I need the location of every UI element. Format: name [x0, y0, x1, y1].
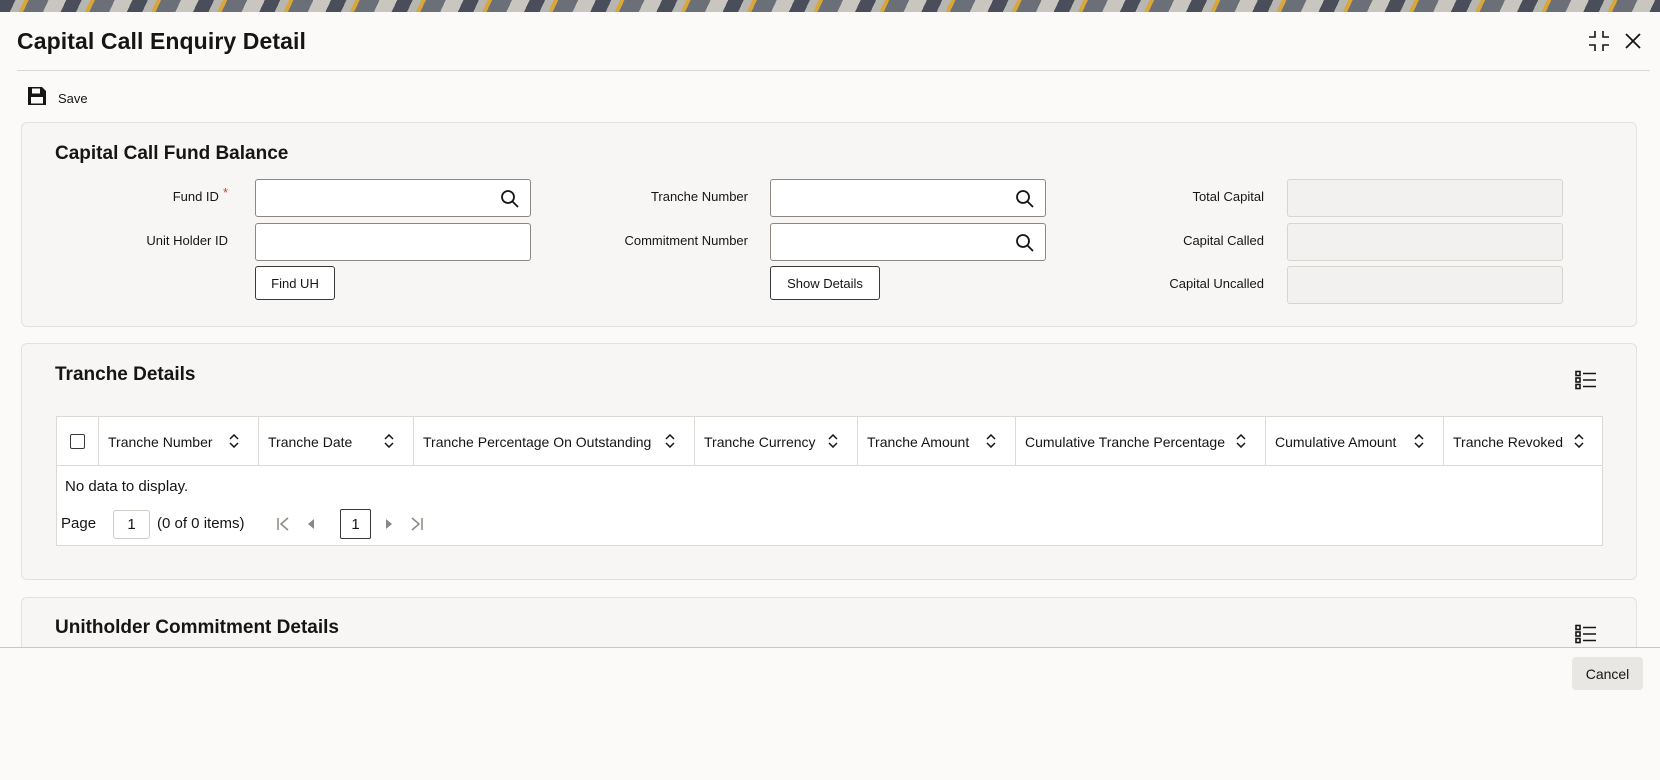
column-header[interactable]: Tranche Amount: [857, 417, 1015, 466]
title-bar: Capital Call Enquiry Detail: [0, 12, 1660, 70]
sort-icon[interactable]: [1235, 434, 1247, 448]
tranche-number-field[interactable]: [770, 179, 1046, 217]
save-label: Save: [58, 90, 88, 106]
top-banner-strip: [0, 0, 1660, 12]
unitholder-commitment-title: Unitholder Commitment Details: [55, 617, 339, 638]
column-label: Tranche Amount: [867, 433, 970, 450]
first-page-icon[interactable]: [275, 516, 291, 532]
empty-state-text: No data to display.: [65, 478, 189, 495]
column-label: Tranche Date: [268, 433, 353, 450]
floppy-disk-icon: [26, 85, 48, 112]
dialog-window: Capital Call Enquiry Detail Save Capital…: [0, 12, 1660, 780]
column-label: Tranche Currency: [704, 433, 816, 450]
show-details-button[interactable]: Show Details: [770, 266, 880, 300]
column-settings-icon[interactable]: [1575, 370, 1597, 390]
column-header[interactable]: Cumulative Amount: [1265, 417, 1443, 466]
fund-balance-panel: Capital Call Fund Balance Fund ID * Unit …: [21, 122, 1637, 327]
toolbar: Save: [26, 84, 88, 112]
tranche-details-panel: Tranche Details Tranche Number Tranche D…: [21, 343, 1637, 580]
fund-balance-title: Capital Call Fund Balance: [55, 143, 289, 164]
sort-icon[interactable]: [985, 434, 997, 448]
column-header[interactable]: Tranche Revoked: [1443, 417, 1603, 466]
column-label: Tranche Percentage On Outstanding: [423, 433, 652, 450]
fund-id-label: Fund ID *: [28, 185, 228, 204]
fund-id-field[interactable]: [255, 179, 531, 217]
sort-icon[interactable]: [1413, 434, 1425, 448]
search-icon[interactable]: [1015, 233, 1035, 253]
item-count: (0 of 0 items): [157, 515, 245, 532]
commitment-number-field[interactable]: [770, 223, 1046, 261]
last-page-icon[interactable]: [409, 516, 425, 532]
column-header[interactable]: Tranche Currency: [694, 417, 857, 466]
commitment-number-label: Commitment Number: [624, 233, 748, 248]
page-number-input[interactable]: 1: [113, 510, 150, 539]
column-label: Tranche Revoked: [1453, 433, 1563, 450]
capital-called-label: Capital Called: [1183, 233, 1264, 248]
next-page-icon[interactable]: [381, 516, 397, 532]
column-header[interactable]: Tranche Percentage On Outstanding: [413, 417, 694, 466]
current-page-button[interactable]: 1: [340, 509, 371, 539]
sort-icon[interactable]: [228, 434, 240, 448]
page-label: Page: [61, 515, 97, 532]
column-header[interactable]: Tranche Date: [258, 417, 413, 466]
column-label: Cumulative Tranche Percentage: [1025, 433, 1225, 450]
column-label: Tranche Number: [108, 433, 213, 450]
tranche-details-title: Tranche Details: [55, 364, 196, 385]
column-settings-icon[interactable]: [1575, 624, 1597, 644]
tranche-number-label: Tranche Number: [650, 189, 748, 204]
footer-bar: Cancel: [0, 648, 1660, 780]
sort-icon[interactable]: [1573, 434, 1585, 448]
search-icon[interactable]: [500, 189, 520, 209]
column-header[interactable]: Cumulative Tranche Percentage: [1015, 417, 1265, 466]
sort-icon[interactable]: [827, 434, 839, 448]
unit-holder-id-field[interactable]: [255, 223, 531, 261]
cancel-button[interactable]: Cancel: [1572, 657, 1643, 690]
table-header: Tranche Number Tranche Date Tranche Perc…: [57, 417, 1602, 466]
total-capital-label: Total Capital: [1192, 189, 1264, 204]
previous-page-icon[interactable]: [303, 516, 319, 532]
capital-uncalled-label: Capital Uncalled: [1169, 276, 1264, 291]
capital-called-field: [1287, 223, 1563, 261]
sort-icon[interactable]: [664, 434, 676, 448]
column-header[interactable]: Tranche Number: [98, 417, 258, 466]
select-all-checkbox[interactable]: [70, 434, 85, 449]
tranche-details-table: Tranche Number Tranche Date Tranche Perc…: [56, 416, 1603, 546]
total-capital-field: [1287, 179, 1563, 217]
column-label: Cumulative Amount: [1275, 433, 1397, 450]
collapse-corners-icon[interactable]: [1586, 28, 1612, 54]
unit-holder-id-label: Unit Holder ID: [146, 233, 228, 248]
close-icon[interactable]: [1620, 28, 1646, 54]
save-button[interactable]: Save: [26, 84, 88, 112]
find-uh-button[interactable]: Find UH: [255, 266, 335, 300]
page-title: Capital Call Enquiry Detail: [17, 28, 306, 54]
search-icon[interactable]: [1015, 189, 1035, 209]
required-mark: *: [222, 185, 228, 200]
fund-id-label-text: Fund ID: [172, 189, 219, 204]
pagination: Page 1 (0 of 0 items) 1: [61, 508, 481, 540]
sort-icon[interactable]: [383, 434, 395, 448]
title-divider: [17, 70, 1650, 71]
capital-uncalled-field: [1287, 266, 1563, 304]
